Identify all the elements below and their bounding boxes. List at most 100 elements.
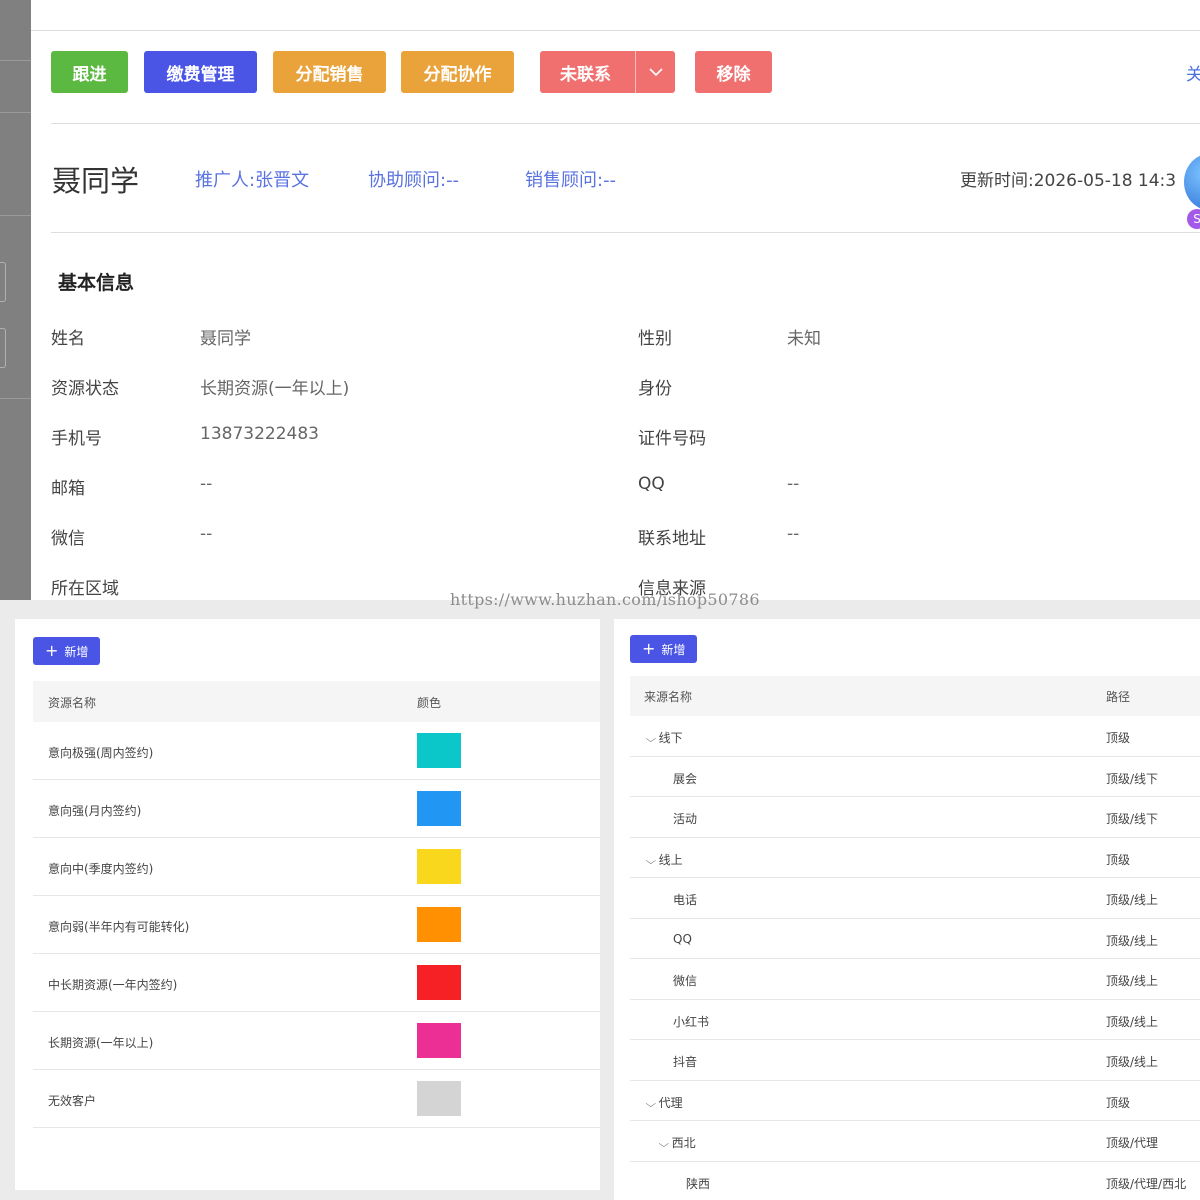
divider <box>0 215 31 216</box>
fee-manage-button[interactable]: 缴费管理 <box>144 51 257 93</box>
source-path-cell: 顶级/线上 <box>1106 933 1159 948</box>
source-name-cell: 展会 <box>673 771 698 786</box>
resource-name-cell: 意向极强(周内签约) <box>48 746 154 760</box>
contact-status-label: 未联系 <box>560 64 611 85</box>
add-source-button[interactable]: + 新增 <box>630 635 698 663</box>
follow-button[interactable]: 跟进 <box>51 51 128 93</box>
row-divider <box>630 1120 1200 1121</box>
source-row[interactable]: 微信 <box>673 972 697 989</box>
field-value-resource-status: 长期资源(一年以上) <box>200 379 350 399</box>
row-divider <box>33 953 600 954</box>
row-divider <box>33 1011 600 1012</box>
background-input <box>0 262 6 302</box>
add-resource-button[interactable]: + 新增 <box>33 637 101 665</box>
row-divider <box>33 895 600 896</box>
field-label-qq: QQ <box>638 474 665 494</box>
color-swatch <box>417 791 461 826</box>
close-link[interactable]: 关 <box>1186 60 1200 85</box>
assign-sales-button[interactable]: 分配销售 <box>273 51 386 93</box>
source-row[interactable]: 展会 <box>673 770 697 787</box>
plus-icon: + <box>45 641 59 660</box>
chevron-down-icon[interactable]: ⌵ <box>645 856 656 867</box>
assist-advisor-link[interactable]: 协助顾问:-- <box>368 166 459 192</box>
source-row[interactable]: 陕西 <box>686 1175 710 1192</box>
field-label-resource-status: 资源状态 <box>51 379 119 399</box>
assign-collab-button[interactable]: 分配协作 <box>401 51 514 93</box>
resource-status-panel: + 新增 资源名称 颜色 意向极强(周内签约) 意向强(月内签约) 意向中(季度内签… <box>15 619 600 1190</box>
sales-advisor-link[interactable]: 销售顾问:-- <box>525 166 616 192</box>
source-path-cell: 顶级 <box>1106 852 1131 867</box>
field-label-wechat: 微信 <box>51 529 85 549</box>
divider <box>0 112 31 113</box>
row-divider <box>630 836 1200 838</box>
field-label-address: 联系地址 <box>638 529 706 549</box>
add-resource-label: 新增 <box>64 644 89 659</box>
promoter-link[interactable]: 推广人:张晋文 <box>195 166 309 192</box>
source-row[interactable]: 电话 <box>673 891 697 908</box>
field-value-qq: -- <box>787 474 800 494</box>
source-path-cell: 顶级 <box>1106 1095 1131 1110</box>
floating-assistant-icon[interactable] <box>1184 154 1200 210</box>
row-divider <box>630 755 1200 757</box>
source-panel: + 新增 来源名称 路径 ⌵ 线下 顶级 展会 顶级/线下 活动 顶级/线下 ⌵ 线上 顶级 电话顶… <box>614 619 1200 1200</box>
field-value-email: -- <box>200 474 213 494</box>
color-swatch <box>417 907 461 942</box>
source-name-cell: 活动 <box>673 812 698 826</box>
chevron-down-icon[interactable]: ⌵ <box>645 1099 656 1110</box>
source-path-cell: 顶级/线上 <box>1106 893 1159 907</box>
source-path-cell: 顶级/线下 <box>1106 812 1159 826</box>
resource-name-cell: 中长期资源(一年内签约) <box>48 978 178 992</box>
source-path-cell: 顶级/线下 <box>1106 771 1159 786</box>
background-input <box>0 328 6 368</box>
resource-name-cell: 意向中(季度内签约) <box>48 862 154 876</box>
source-name-cell: 线上 <box>658 852 683 867</box>
chevron-down-icon[interactable] <box>635 51 675 93</box>
source-name-cell: 陕西 <box>686 1176 711 1191</box>
source-row[interactable]: 抖音 <box>673 1053 697 1070</box>
column-header-source-name: 来源名称 <box>644 690 693 704</box>
divider <box>51 232 1200 233</box>
field-value-address: -- <box>787 524 800 544</box>
divider <box>0 60 31 61</box>
source-row[interactable]: QQ <box>673 932 692 946</box>
background-page-strip <box>0 0 31 600</box>
resource-name-cell: 长期资源(一年以上) <box>48 1036 154 1050</box>
row-divider <box>33 1127 600 1128</box>
divider <box>31 30 1200 31</box>
color-swatch <box>417 1081 461 1116</box>
field-label-phone: 手机号 <box>51 429 102 449</box>
plus-icon: + <box>642 639 656 658</box>
source-name-cell: 电话 <box>673 893 698 907</box>
source-path-cell: 顶级/线上 <box>1106 1055 1159 1069</box>
field-label-region: 所在区域 <box>51 579 119 599</box>
source-path-cell: 顶级/代理/西北 <box>1106 1176 1187 1191</box>
source-row[interactable]: ⌵ 线上 <box>645 851 683 868</box>
row-divider <box>630 1160 1200 1162</box>
row-divider <box>630 796 1200 797</box>
field-value-wechat: -- <box>200 524 213 544</box>
row-divider <box>33 779 600 780</box>
watermark-url: https://www.huzhan.com/ishop50786 <box>450 590 760 609</box>
source-row[interactable]: 活动 <box>673 810 697 827</box>
chevron-down-icon[interactable]: ⌵ <box>645 734 656 745</box>
source-row[interactable]: ⌵ 线下 <box>645 729 682 746</box>
source-row[interactable]: 小红书 <box>673 1013 709 1030</box>
field-label-id-number: 证件号码 <box>638 429 706 449</box>
color-swatch <box>417 849 461 884</box>
source-path-cell: 顶级/代理 <box>1106 1136 1159 1150</box>
source-row[interactable]: ⌵ 代理 <box>645 1094 682 1111</box>
update-time: 更新时间:2026-05-18 14:3 <box>960 171 1177 191</box>
remove-button[interactable]: 移除 <box>695 51 772 93</box>
source-row[interactable]: ⌵ 西北 <box>658 1134 695 1151</box>
contact-status-dropdown[interactable]: 未联系 <box>540 51 675 93</box>
row-divider <box>33 837 600 838</box>
resource-name-cell: 意向弱(半年内有可能转化) <box>48 920 190 934</box>
chevron-down-icon[interactable]: ⌵ <box>658 1139 669 1150</box>
field-value-gender: 未知 <box>787 329 821 349</box>
source-name-cell: 微信 <box>673 974 698 988</box>
field-label-gender: 性别 <box>638 329 672 349</box>
row-divider <box>630 877 1200 878</box>
field-value-phone: 13873222483 <box>200 424 319 444</box>
resource-name-cell: 无效客户 <box>48 1094 97 1108</box>
row-divider <box>630 917 1200 919</box>
